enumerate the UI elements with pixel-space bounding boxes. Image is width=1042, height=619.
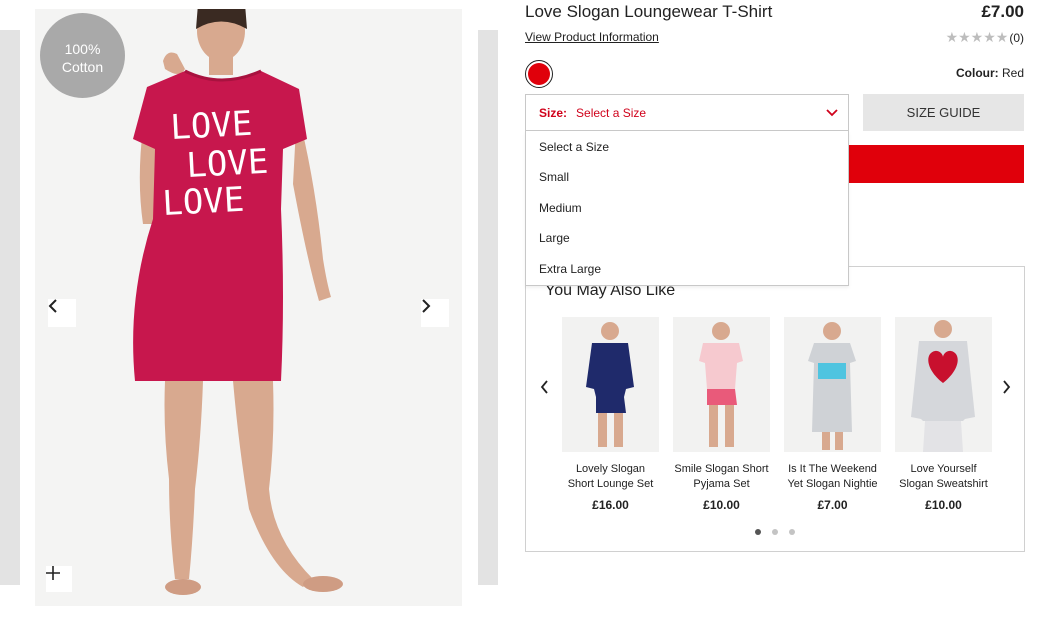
- pyjama-set-image: [699, 322, 743, 447]
- chevron-right-icon: [1002, 380, 1010, 394]
- size-value: Select a Size: [576, 105, 647, 120]
- product-thumbnail[interactable]: [673, 317, 770, 452]
- gallery-next-button[interactable]: [421, 299, 449, 327]
- product-thumbnail[interactable]: [784, 317, 881, 452]
- pagination-dot[interactable]: [789, 529, 795, 535]
- shirt-slogan-line-3: LOVE: [161, 180, 245, 224]
- zoom-button[interactable]: [46, 566, 72, 592]
- product-card[interactable]: Lovely Slogan Short Lounge Set £16.00: [562, 317, 659, 512]
- model-illustration: LOVE LOVE LOVE: [133, 9, 343, 595]
- carousel-prev-button[interactable]: [536, 379, 552, 395]
- gallery-prev-button[interactable]: [48, 299, 76, 327]
- size-guide-button[interactable]: SIZE GUIDE: [863, 94, 1024, 131]
- product-price: £7.00: [981, 2, 1024, 21]
- product-thumbnail[interactable]: [895, 317, 992, 452]
- view-product-information-link[interactable]: View Product Information: [525, 30, 659, 44]
- product-card-name[interactable]: Love Yourself Slogan Sweatshirt: [895, 462, 992, 492]
- size-select[interactable]: Size: Select a Size: [525, 94, 849, 131]
- size-option-medium[interactable]: Medium: [539, 201, 582, 215]
- badge-line-1: 100%: [64, 41, 101, 57]
- size-dropdown-menu: Select a Size Small Medium Large Extra L…: [525, 131, 849, 286]
- colour-swatch-red[interactable]: [525, 60, 553, 88]
- product-title: Love Slogan Loungewear T-Shirt: [525, 2, 773, 21]
- product-card-price: £10.00: [703, 498, 740, 512]
- product-card-name[interactable]: Is It The Weekend Yet Slogan Nightie: [784, 462, 881, 492]
- shirt-slogan-line-1: LOVE: [169, 104, 253, 148]
- badge-line-2: Cotton: [61, 59, 104, 75]
- chevron-right-icon: [422, 299, 431, 313]
- product-rating[interactable]: ★★★★★ (0): [946, 29, 1024, 46]
- product-card-name[interactable]: Lovely Slogan Short Lounge Set: [562, 462, 659, 492]
- next-image-peek: [478, 30, 498, 585]
- product-card[interactable]: Is It The Weekend Yet Slogan Nightie £7.…: [784, 317, 881, 512]
- plus-icon: [46, 566, 60, 580]
- sweatshirt-image: [911, 320, 975, 452]
- size-option-large[interactable]: Large: [539, 231, 570, 245]
- product-card-price: £10.00: [925, 498, 962, 512]
- pagination-dot[interactable]: [772, 529, 778, 535]
- size-option-small[interactable]: Small: [539, 170, 569, 184]
- nightie-image: [808, 322, 856, 450]
- chevron-left-icon: [540, 380, 548, 394]
- chevron-down-icon: [826, 109, 838, 117]
- pagination-dot-active[interactable]: [755, 529, 761, 535]
- size-option-extra-large[interactable]: Extra Large: [539, 262, 601, 276]
- lounge-set-image: [586, 322, 634, 447]
- colour-value: Red: [1001, 66, 1024, 80]
- product-card-price: £7.00: [817, 498, 848, 512]
- product-card[interactable]: Love Yourself Slogan Sweatshirt £10.00: [895, 317, 992, 512]
- product-card[interactable]: Smile Slogan Short Pyjama Set £10.00: [673, 317, 770, 512]
- shirt-slogan-line-2: LOVE: [185, 142, 269, 186]
- you-may-also-like-panel: You May Also Like Lovely Slogan Short Lo…: [525, 266, 1025, 552]
- product-main-image: LOVE LOVE LOVE 100% Cotton: [35, 9, 462, 606]
- product-card-price: £16.00: [592, 498, 629, 512]
- size-option-select[interactable]: Select a Size: [539, 140, 609, 154]
- carousel-next-button[interactable]: [998, 379, 1014, 395]
- carousel-pagination: [526, 529, 1024, 535]
- colour-indicator: Colour: Red: [956, 66, 1024, 80]
- product-thumbnail[interactable]: [562, 317, 659, 452]
- star-rating-icon: ★★★★★: [945, 29, 1009, 45]
- colour-label: Colour:: [955, 66, 999, 80]
- swatch-dot: [528, 63, 550, 85]
- product-card-name[interactable]: Smile Slogan Short Pyjama Set: [673, 462, 770, 492]
- previous-image-peek: [0, 30, 20, 585]
- size-label: Size:: [539, 105, 568, 120]
- rating-count: (0): [1009, 30, 1024, 45]
- chevron-left-icon: [48, 299, 57, 313]
- cotton-badge: 100% Cotton: [40, 13, 125, 98]
